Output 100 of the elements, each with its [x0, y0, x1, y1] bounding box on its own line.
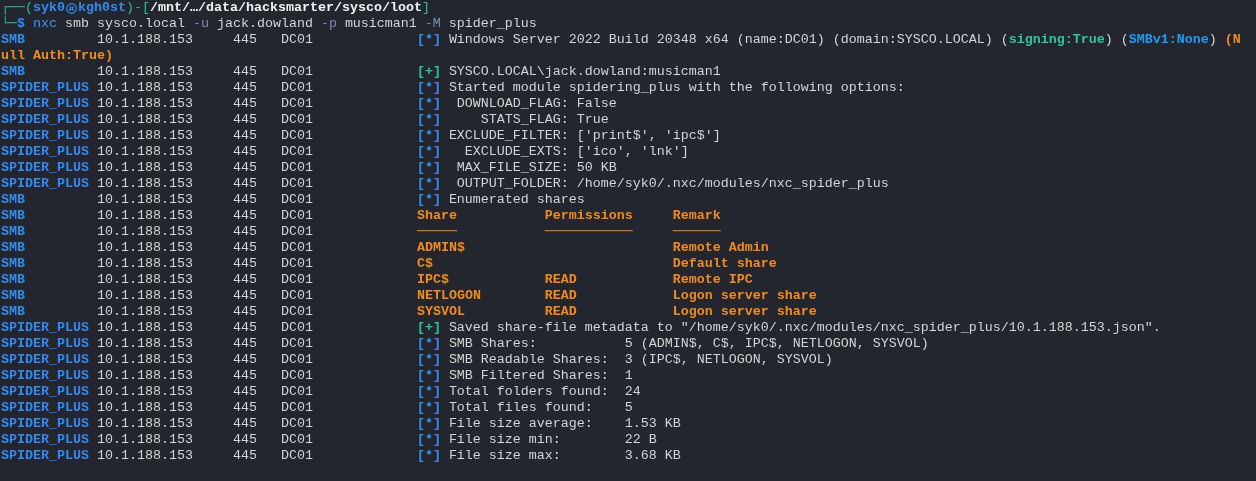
ip-address: 10.1.188.153	[96, 352, 194, 368]
prompt-frame: )-[	[126, 0, 150, 16]
status-marker: [*]	[416, 128, 441, 144]
stat-value: 24	[624, 384, 641, 400]
circled-symbol-icon	[66, 2, 77, 14]
protocol-label: SPIDER_PLUS	[1, 368, 90, 384]
ip-address: 10.1.188.153	[96, 304, 194, 320]
host-name: DC01	[280, 304, 314, 320]
protocol-label: SPIDER_PLUS	[1, 384, 90, 400]
status-marker: [*]	[416, 368, 441, 384]
share-name: ADMIN$	[416, 240, 466, 256]
header-rule: ───────────	[544, 224, 634, 240]
status-marker: [*]	[416, 384, 441, 400]
port-number: 445	[232, 336, 258, 352]
protocol-label: SMB	[1, 240, 26, 256]
protocol-label: SMB	[1, 32, 26, 48]
status-marker: [+]	[416, 320, 441, 336]
ip-address: 10.1.188.153	[96, 384, 194, 400]
prompt-frame: ┌──(	[1, 0, 33, 16]
ip-address: 10.1.188.153	[96, 96, 194, 112]
port-number: 445	[232, 384, 258, 400]
port-number: 445	[232, 224, 258, 240]
status-marker: [*]	[416, 160, 441, 176]
option-value: /home/syk0/.nxc/modules/nxc_spider_plus	[576, 176, 889, 192]
port-number: 445	[232, 96, 258, 112]
ip-address: 10.1.188.153	[96, 112, 194, 128]
protocol-label: SPIDER_PLUS	[1, 352, 90, 368]
protocol-label: SPIDER_PLUS	[1, 448, 90, 464]
port-number: 445	[232, 272, 258, 288]
option-value: False	[576, 96, 617, 112]
share-remark: Remote IPC	[672, 272, 753, 288]
host-name: DC01	[280, 128, 314, 144]
protocol-label: SPIDER_PLUS	[1, 320, 90, 336]
protocol-label: SMB	[1, 192, 26, 208]
option-value: True	[576, 112, 609, 128]
host-name: DC01	[280, 352, 314, 368]
port-number: 445	[232, 304, 258, 320]
host-name: DC01	[280, 384, 314, 400]
stat-label: File size max:	[448, 448, 562, 464]
stat-value: 1.53 KB	[624, 416, 681, 432]
protocol-label: SPIDER_PLUS	[1, 416, 90, 432]
stat-label: SMB Shares:	[448, 336, 538, 352]
column-header: Share	[416, 208, 458, 224]
host-name: DC01	[280, 336, 314, 352]
protocol-label: SPIDER_PLUS	[1, 160, 90, 176]
ip-address: 10.1.188.153	[96, 144, 194, 160]
protocol-label: SPIDER_PLUS	[1, 336, 90, 352]
option-key: EXCLUDE_EXTS:	[448, 144, 569, 160]
stat-value: 5	[624, 400, 633, 416]
prompt-frame: ]	[421, 0, 430, 16]
port-number: 445	[232, 128, 258, 144]
status-marker: [*]	[416, 192, 441, 208]
host-name: DC01	[280, 144, 314, 160]
status-marker: [*]	[416, 400, 441, 416]
message-text: Windows Server 2022 Build 20348 x64 (name:DC01) (domain:SYSCO.LOCAL) (	[448, 32, 1009, 48]
share-remark: Logon server share	[672, 288, 817, 304]
stat-value: 22 B	[624, 432, 657, 448]
message-text: (N	[1224, 32, 1241, 48]
port-number: 445	[232, 256, 258, 272]
ip-address: 10.1.188.153	[96, 432, 194, 448]
status-marker: [*]	[416, 112, 441, 128]
message-text: ) (	[1104, 32, 1129, 48]
port-number: 445	[232, 160, 258, 176]
stat-value: 3 (IPC$, NETLOGON, SYSVOL)	[624, 352, 833, 368]
protocol-label: SPIDER_PLUS	[1, 112, 90, 128]
option-key: DOWNLOAD_FLAG:	[448, 96, 569, 112]
ip-address: 10.1.188.153	[96, 176, 194, 192]
status-marker: [*]	[416, 432, 441, 448]
message-text: signing:True	[1008, 32, 1105, 48]
argument-text: musicman1	[344, 16, 417, 32]
protocol-label: SPIDER_PLUS	[1, 144, 90, 160]
host-name: DC01	[280, 256, 314, 272]
option-value: ['ico', 'lnk']	[576, 144, 689, 160]
stat-label: SMB Filtered Shares:	[448, 368, 610, 384]
port-number: 445	[232, 368, 258, 384]
column-header: Remark	[672, 208, 721, 224]
ip-address: 10.1.188.153	[96, 80, 194, 96]
argument-text: spider_plus	[448, 16, 537, 32]
option-key: MAX_FILE_SIZE:	[448, 160, 569, 176]
prompt-sign: $	[17, 16, 25, 32]
port-number: 445	[232, 208, 258, 224]
host-name: DC01	[280, 368, 314, 384]
status-marker: [*]	[416, 416, 441, 432]
host-name: DC01	[280, 432, 314, 448]
message-text: ull Auth:True)	[1, 48, 113, 64]
host-name: DC01	[280, 32, 314, 48]
share-name: IPC$	[416, 272, 450, 288]
protocol-label: SPIDER_PLUS	[1, 96, 90, 112]
flag-text: -p	[320, 16, 337, 32]
port-number: 445	[232, 176, 258, 192]
ip-address: 10.1.188.153	[96, 400, 194, 416]
host-name: DC01	[280, 224, 314, 240]
host-name: DC01	[280, 288, 314, 304]
protocol-label: SPIDER_PLUS	[1, 128, 90, 144]
header-rule: ──────	[672, 224, 721, 240]
flag-text: -u	[192, 16, 209, 32]
option-value: 50 KB	[576, 160, 617, 176]
prompt-frame: └─	[1, 16, 17, 32]
host-name: DC01	[280, 416, 314, 432]
ip-address: 10.1.188.153	[96, 64, 194, 80]
